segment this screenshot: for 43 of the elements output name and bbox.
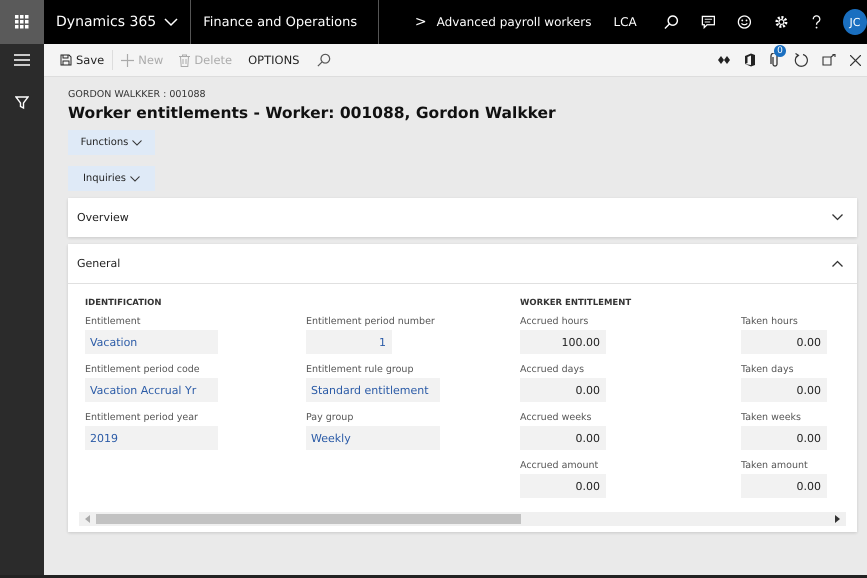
field-label: Entitlement period year xyxy=(85,412,199,423)
input-field[interactable]: 0.00 xyxy=(741,426,827,450)
save-button[interactable]: Save xyxy=(52,53,112,67)
section-header[interactable]: Overview xyxy=(68,198,857,237)
input-field[interactable]: 1 xyxy=(306,330,392,354)
field-label: Entitlement xyxy=(85,316,142,327)
field-label: Accrued days xyxy=(520,364,586,375)
field-label: Pay group xyxy=(306,412,354,423)
input-field[interactable]: 0.00 xyxy=(520,426,606,450)
field-label: Accrued weeks xyxy=(520,412,593,423)
attachment-count-badge: 0 xyxy=(774,45,786,57)
breadcrumb[interactable]: Advanced payroll workers xyxy=(436,15,592,29)
input-field[interactable]: Standard entitlement xyxy=(306,378,440,402)
action-menu-button[interactable]: Functions xyxy=(68,130,155,155)
action-menu-button[interactable]: Inquiries xyxy=(68,166,155,191)
field-label: Entitlement period number xyxy=(306,316,436,327)
input-field[interactable]: 100.00 xyxy=(520,330,606,354)
group-heading: WORKER ENTITLEMENT xyxy=(520,298,632,308)
company-picker[interactable]: LCA xyxy=(613,15,637,29)
field-label: Entitlement rule group xyxy=(306,364,414,375)
input-field[interactable]: 0.00 xyxy=(741,330,827,354)
section-header[interactable]: General xyxy=(68,244,857,283)
input-field[interactable]: 0.00 xyxy=(741,378,827,402)
input-field[interactable]: 0.00 xyxy=(520,474,606,498)
field-label: Accrued amount xyxy=(520,460,600,471)
field-label: Taken days xyxy=(741,364,795,375)
group-heading: IDENTIFICATION xyxy=(85,298,163,308)
input-field[interactable]: Weekly xyxy=(306,426,440,450)
user-avatar[interactable]: JC xyxy=(842,9,867,35)
breadcrumb-caret: > xyxy=(414,14,427,30)
field-label: Taken weeks xyxy=(741,412,802,423)
page-title: Worker entitlements - Worker: 001088, Gordon Walkker xyxy=(68,104,556,122)
input-field[interactable]: 0.00 xyxy=(741,474,827,498)
record-caption: GORDON WALKKER : 001088 xyxy=(68,89,206,100)
input-field[interactable]: 0.00 xyxy=(520,378,606,402)
field-label: Taken amount xyxy=(741,460,809,471)
options-button[interactable]: OPTIONS xyxy=(240,53,308,67)
input-field[interactable]: Vacation Accrual Yr xyxy=(85,378,218,402)
field-label: Accrued hours xyxy=(520,316,590,327)
field-label: Taken hours xyxy=(741,316,799,327)
input-field[interactable]: 2019 xyxy=(85,426,218,450)
field-label: Entitlement period code xyxy=(85,364,201,375)
input-field[interactable]: Vacation xyxy=(85,330,218,354)
